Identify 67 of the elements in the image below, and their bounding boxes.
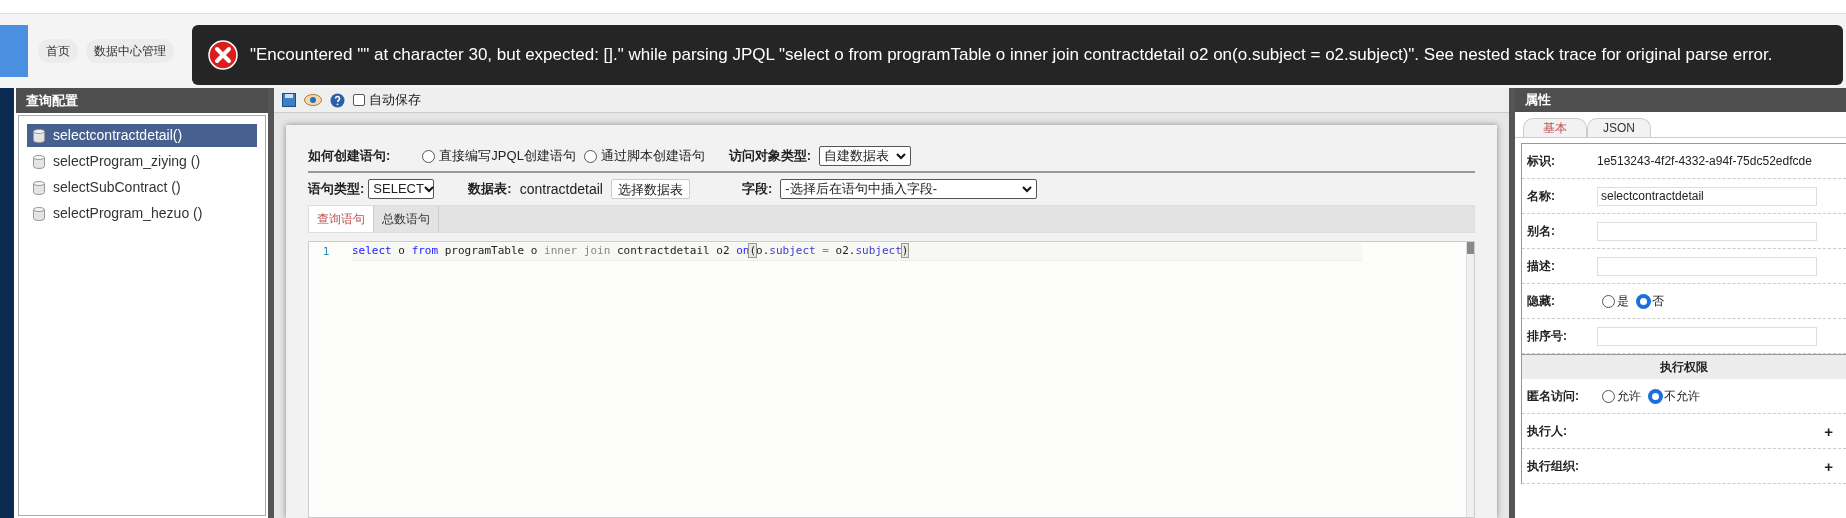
add-button[interactable]: + bbox=[1824, 423, 1833, 439]
panel-title: 属性 bbox=[1515, 88, 1846, 112]
radio-button[interactable] bbox=[1637, 294, 1650, 308]
help-icon[interactable] bbox=[330, 92, 345, 108]
field-label: 排序号: bbox=[1527, 328, 1568, 345]
panel-title: 查询配置 bbox=[16, 88, 268, 113]
save-icon[interactable] bbox=[282, 93, 296, 107]
statement-type-select[interactable]: SELECT bbox=[368, 179, 435, 199]
database-icon bbox=[33, 154, 45, 169]
radio-button[interactable] bbox=[422, 149, 436, 163]
query-item[interactable]: selectcontractdetail() bbox=[27, 124, 257, 147]
field-select[interactable]: -选择后在语句中插入字段- bbox=[780, 179, 1038, 199]
nav-tab[interactable]: 数据中心管理 bbox=[86, 39, 174, 63]
database-icon bbox=[33, 128, 45, 143]
caret-icon bbox=[1022, 185, 1033, 193]
input-field[interactable]: selectcontractdetail bbox=[1597, 186, 1817, 206]
caret-icon bbox=[896, 152, 907, 160]
line-number: 1 bbox=[321, 243, 331, 260]
choose-table-button[interactable]: 选择数据表 bbox=[610, 179, 690, 199]
add-button[interactable]: + bbox=[1824, 458, 1833, 474]
scrollbar-thumb[interactable] bbox=[1467, 242, 1474, 254]
radio-button[interactable] bbox=[1602, 389, 1615, 403]
field-label: 描述: bbox=[1527, 258, 1556, 275]
editor-tab[interactable]: 总数语句 bbox=[374, 206, 439, 232]
panel-tab[interactable]: JSON bbox=[1587, 118, 1651, 137]
editor-tab[interactable]: 查询语句 bbox=[309, 206, 374, 232]
sidebar-edge bbox=[0, 25, 28, 77]
radio-label: 不允许 bbox=[1664, 388, 1700, 405]
field-label: 访问对象类型: bbox=[728, 147, 812, 166]
database-icon bbox=[33, 180, 45, 195]
radio-label: 是 bbox=[1617, 293, 1629, 310]
field-label: 数据表: bbox=[468, 180, 512, 199]
radio-button[interactable] bbox=[1649, 389, 1662, 403]
radio-label: 允许 bbox=[1617, 388, 1641, 405]
input-field[interactable] bbox=[1597, 326, 1817, 346]
field-label: 隐藏: bbox=[1527, 293, 1556, 310]
nav-tab[interactable]: 首页 bbox=[38, 39, 78, 63]
field-label: 标识: bbox=[1527, 153, 1556, 170]
radio-label: 否 bbox=[1652, 293, 1664, 310]
database-icon bbox=[33, 206, 45, 221]
caret-icon bbox=[423, 185, 434, 193]
input-field[interactable] bbox=[1597, 256, 1817, 276]
field-label: 语句类型: bbox=[308, 180, 365, 199]
preview-icon[interactable] bbox=[304, 94, 322, 106]
radio-button[interactable] bbox=[583, 149, 597, 163]
panel-tab[interactable]: 基本 bbox=[1523, 118, 1587, 137]
radio-label: 直接编写JPQL创建语句 bbox=[439, 147, 576, 166]
object-type-select[interactable]: 自建数据表 bbox=[819, 146, 912, 166]
id-value: 1e513243-4f2f-4332-a94f-75dc52edfcde bbox=[1597, 153, 1812, 170]
field-label: 别名: bbox=[1527, 223, 1556, 240]
field-label: 匿名访问: bbox=[1527, 388, 1580, 405]
query-item[interactable]: selectSubContract () bbox=[27, 176, 257, 199]
query-item[interactable]: selectProgram_hezuo () bbox=[27, 202, 257, 225]
radio-button[interactable] bbox=[1602, 294, 1615, 308]
field-label: 字段: bbox=[741, 180, 773, 199]
field-label: 执行人: bbox=[1527, 423, 1568, 440]
field-label: 名称: bbox=[1527, 188, 1556, 205]
error-icon bbox=[208, 40, 238, 70]
field-label: 如何创建语句: bbox=[308, 147, 391, 166]
error-message: "Encountered "" at character 30, but expected: []." while parsing JPQL "select o from programTable o inner join contractdetail o2 on(o.subject = o2.subject)". See nested stack trace for original parse error. bbox=[250, 44, 1773, 67]
field-label: 执行组织: bbox=[1527, 458, 1580, 475]
query-item[interactable]: selectProgram_ziying () bbox=[27, 150, 257, 173]
input-field[interactable] bbox=[1597, 221, 1817, 241]
section-header: 执行权限 bbox=[1522, 354, 1846, 379]
radio-label: 通过脚本创建语句 bbox=[600, 147, 705, 166]
table-name: contractdetail bbox=[519, 179, 603, 199]
auto-save-checkbox[interactable]: 自动保存 bbox=[353, 90, 421, 110]
